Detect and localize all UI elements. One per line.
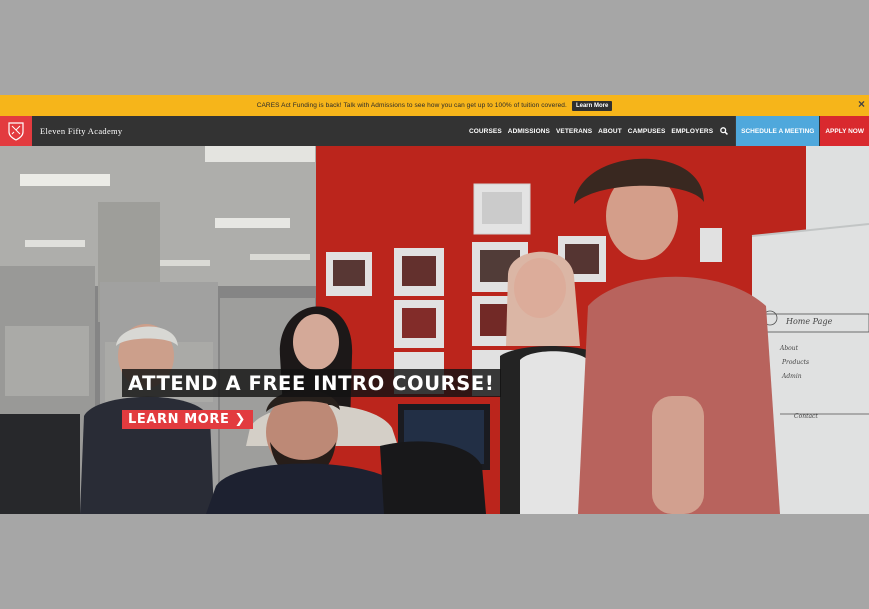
hero-photo: Home Page About Products Admin Contact [0, 146, 869, 514]
schedule-meeting-button[interactable]: SCHEDULE A MEETING [735, 116, 820, 146]
nav-item-veterans[interactable]: VETERANS [556, 128, 592, 135]
logo[interactable] [0, 116, 32, 146]
nav-links: COURSES ADMISSIONS VETERANS ABOUT CAMPUS… [469, 116, 869, 146]
brand-name[interactable]: Eleven Fifty Academy [40, 126, 122, 136]
shield-crest-icon [8, 122, 24, 141]
main-navbar: Eleven Fifty Academy COURSES ADMISSIONS … [0, 116, 869, 146]
learn-more-button[interactable]: Learn More [571, 100, 613, 111]
hero-banner: Home Page About Products Admin Contact ATTEN… [0, 146, 869, 514]
learn-more-cta-button[interactable]: LEARN MORE ❯ [122, 410, 254, 429]
browser-viewport: CARES Act Funding is back! Talk with Adm… [0, 95, 869, 514]
search-icon[interactable] [719, 126, 729, 136]
nav-item-campuses[interactable]: CAMPUSES [628, 128, 666, 135]
close-icon[interactable]: × [858, 97, 865, 111]
apply-now-button[interactable]: APPLY NOW [820, 116, 869, 146]
whiteboard-text: Admin [781, 373, 802, 380]
whiteboard-text: Home Page [785, 317, 833, 326]
nav-item-about[interactable]: ABOUT [598, 128, 622, 135]
whiteboard-text: About [779, 345, 799, 352]
nav-item-employers[interactable]: EMPLOYERS [671, 128, 713, 135]
announcement-bar: CARES Act Funding is back! Talk with Adm… [0, 95, 869, 116]
announcement-text: CARES Act Funding is back! Talk with Adm… [256, 102, 567, 109]
whiteboard-text: Contact [794, 413, 818, 420]
whiteboard-text: Products [781, 359, 809, 366]
nav-item-admissions[interactable]: ADMISSIONS [508, 128, 550, 135]
hero-title-box: ATTEND A FREE INTRO COURSE! [122, 369, 502, 397]
nav-item-courses[interactable]: COURSES [469, 128, 502, 135]
cta-label: LEARN MORE [128, 412, 230, 427]
chevron-right-icon: ❯ [234, 412, 247, 427]
hero-title: ATTEND A FREE INTRO COURSE! [128, 372, 495, 395]
